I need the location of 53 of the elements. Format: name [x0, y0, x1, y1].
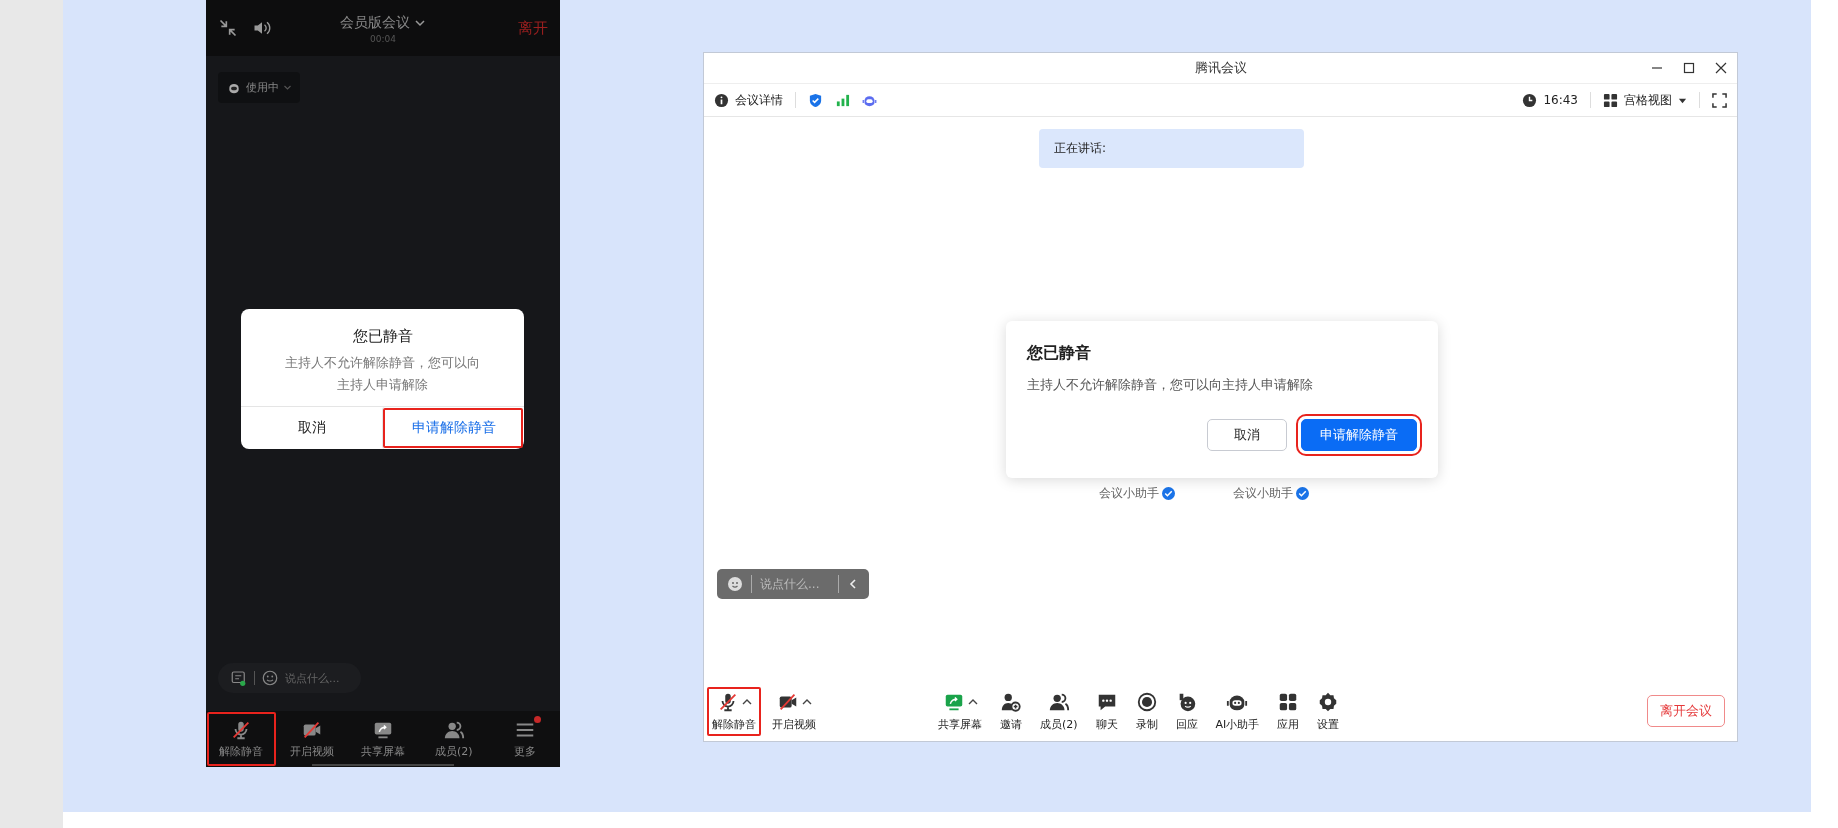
maximize-icon[interactable] — [1683, 62, 1695, 74]
participant-name: 会议小助手 — [1233, 485, 1293, 502]
toolbar-button[interactable]: 解除静音 — [206, 711, 277, 767]
toolbar-button[interactable]: AI小助手 — [1209, 685, 1266, 737]
toolbar-button[interactable]: 成员(2) — [418, 711, 490, 767]
info-icon — [714, 92, 729, 108]
verified-badge-icon — [1162, 487, 1175, 500]
grid-icon — [1603, 92, 1618, 108]
toolbar-button[interactable]: 解除静音 — [706, 685, 762, 737]
chevron-down-icon — [283, 83, 292, 92]
toolbar-button[interactable]: 成员(2) — [1034, 685, 1084, 737]
request-unmute-button[interactable]: 申请解除静音 — [382, 407, 524, 449]
status-pill[interactable]: 使用中 — [218, 72, 300, 103]
window-title: 腾讯会议 — [1194, 59, 1247, 77]
chevron-left-icon[interactable] — [847, 578, 859, 590]
collapse-icon[interactable] — [218, 18, 238, 38]
cancel-button[interactable]: 取消 — [1207, 419, 1287, 451]
meeting-title[interactable]: 会员版会议 — [340, 14, 410, 32]
toolbar-button[interactable]: 更多 — [489, 711, 560, 767]
dialog-message: 主持人不允许解除静音，您可以向主持人申请解除 — [1027, 376, 1314, 394]
dialog-message: 主持人不允许解除静音，您可以向主持人申请解除 — [284, 354, 481, 394]
shield-icon[interactable] — [808, 92, 823, 108]
close-icon[interactable] — [1715, 62, 1727, 74]
captions-icon[interactable] — [230, 669, 248, 687]
clock-icon — [1522, 92, 1538, 108]
dialog-title: 您已静音 — [1027, 343, 1092, 364]
meeting-time: 16:43 — [1543, 93, 1578, 107]
participant-name: 会议小助手 — [1099, 485, 1159, 502]
toolbar-button[interactable]: 应用 — [1271, 685, 1306, 737]
record-icon — [1135, 690, 1158, 713]
toolbar-button[interactable]: 共享屏幕 — [932, 685, 988, 737]
dialog-title: 您已静音 — [352, 327, 413, 346]
toolbar-button[interactable]: 录制 — [1129, 685, 1164, 737]
chevron-down-icon[interactable] — [414, 17, 426, 29]
verified-badge-icon — [1296, 487, 1309, 500]
meeting-details-button[interactable]: 会议详情 — [714, 91, 783, 109]
smiley-icon[interactable] — [261, 669, 279, 687]
leave-meeting-button[interactable]: 离开会议 — [1647, 695, 1725, 727]
smiley-icon[interactable] — [727, 576, 743, 592]
toolbar-button[interactable]: 邀请 — [994, 685, 1028, 737]
speaking-banner: 正在讲话: — [1039, 129, 1304, 168]
chat-input[interactable]: 说点什么... — [760, 577, 830, 591]
cancel-button[interactable]: 取消 — [241, 407, 382, 449]
signal-icon[interactable] — [835, 92, 850, 108]
toolbar-button[interactable]: 开启视频 — [766, 685, 822, 737]
toolbar-button[interactable]: 设置 — [1311, 685, 1346, 737]
meeting-duration: 00:04 — [370, 34, 396, 44]
toolbar-button[interactable]: 共享屏幕 — [347, 711, 419, 767]
chat-input[interactable]: 说点什么... — [285, 671, 349, 685]
toolbar-button[interactable]: 聊天 — [1089, 685, 1124, 737]
fullscreen-icon[interactable] — [1712, 92, 1727, 108]
toolbar-button[interactable]: 回应 — [1169, 685, 1204, 737]
view-mode-button[interactable]: 宫格视图 — [1603, 91, 1687, 109]
